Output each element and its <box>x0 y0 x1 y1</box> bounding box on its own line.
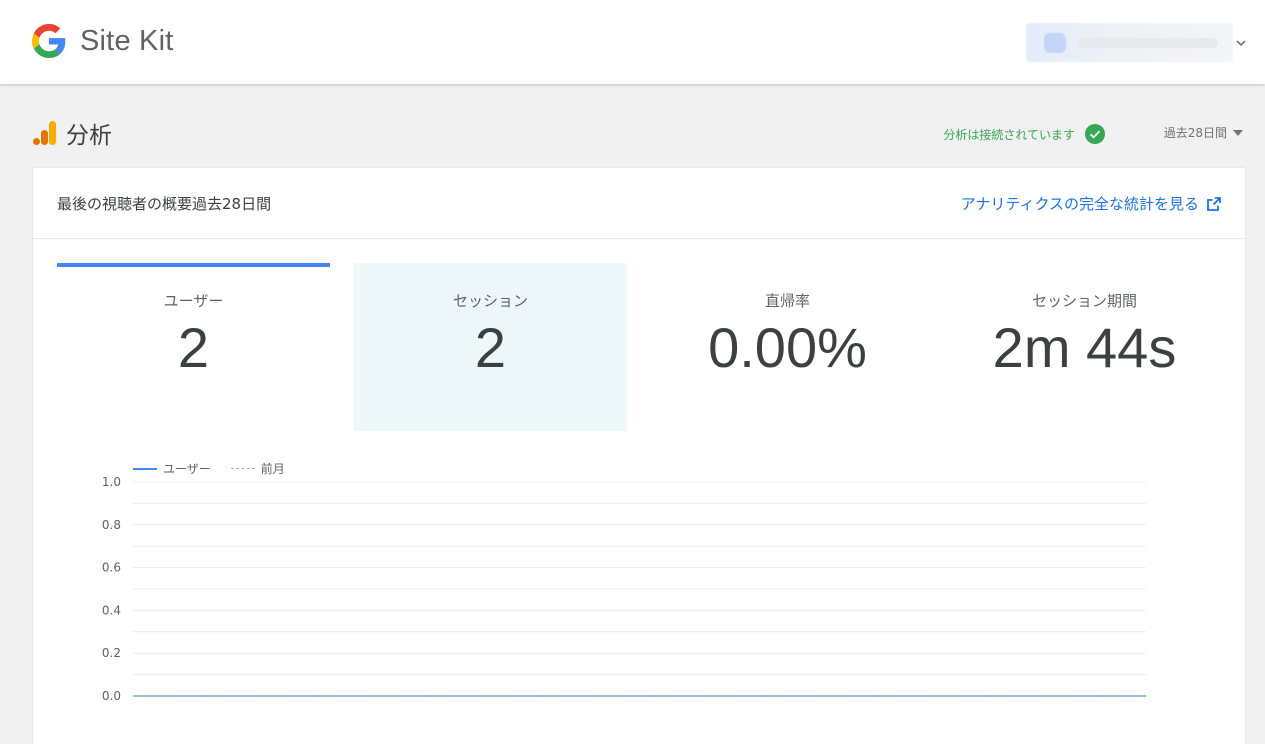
metric-tile-bounce-rate[interactable]: 直帰率 0.00% <box>651 263 924 431</box>
metric-label: 直帰率 <box>764 292 810 310</box>
metric-tile-users[interactable]: ユーザー 2 <box>57 263 330 431</box>
top-header: Site Kit <box>0 0 1265 84</box>
metric-value: 2m 44s <box>992 316 1177 379</box>
full-stats-link[interactable]: アナリティクスの完全な統計を見る <box>961 193 1221 214</box>
analytics-icon <box>33 121 56 145</box>
external-link-icon <box>1207 196 1221 211</box>
caret-down-icon <box>1233 129 1243 136</box>
brand-name: Site Kit <box>80 24 174 57</box>
y-tick-label: 0.0 <box>102 689 121 703</box>
analytics-section-header: 分析 <box>32 116 112 150</box>
legend-item-previous-month: 前月 <box>230 460 285 477</box>
legend-label: 前月 <box>260 462 285 476</box>
site-kit-logo[interactable]: Site Kit <box>32 24 173 58</box>
metric-tile-sessions[interactable]: セッション 2 <box>354 263 627 431</box>
metric-label: セッション <box>452 292 528 310</box>
section-title: 分析 <box>66 123 112 149</box>
connection-status: 分析は接続されています <box>943 124 1105 144</box>
chart-plot-area: 1.0 0.8 0.6 0.4 0.2 0.0 <box>102 475 1146 703</box>
legend-item-users: ユーザー <box>133 460 211 477</box>
check-circle-icon <box>1085 124 1105 144</box>
y-tick-label: 0.8 <box>102 518 121 532</box>
analytics-overview-card: 最後の視聴者の概要過去28日間 アナリティクスの完全な統計を見る ユーザー 2 … <box>33 168 1245 744</box>
y-tick-label: 0.4 <box>102 603 121 617</box>
metric-label: セッション期間 <box>1031 292 1137 310</box>
chevron-down-icon[interactable] <box>1234 36 1248 50</box>
legend-label: ユーザー <box>163 462 211 476</box>
full-stats-link-label: アナリティクスの完全な統計を見る <box>960 195 1199 213</box>
metric-value: 2 <box>177 316 210 379</box>
y-tick-label: 0.6 <box>102 561 121 575</box>
metric-value: 0.00% <box>708 316 867 379</box>
metric-label: ユーザー <box>163 292 224 310</box>
y-tick-label: 1.0 <box>102 475 121 489</box>
account-email-blurred <box>1078 38 1218 48</box>
date-range-label: 過去28日間 <box>1163 126 1227 140</box>
card-header: 最後の視聴者の概要過去28日間 アナリティクスの完全な統計を見る <box>33 168 1245 239</box>
metric-tile-session-duration[interactable]: セッション期間 2m 44s <box>948 263 1221 431</box>
card-title: 最後の視聴者の概要過去28日間 <box>57 195 272 213</box>
legend-swatch-dashed <box>230 468 255 469</box>
connection-status-text: 分析は接続されています <box>943 127 1075 142</box>
account-selector[interactable] <box>1026 23 1233 62</box>
metric-value: 2 <box>474 316 507 379</box>
account-avatar <box>1044 33 1066 53</box>
date-range-dropdown[interactable]: 過去28日間 <box>1164 124 1243 141</box>
active-metric-indicator <box>57 263 330 267</box>
legend-swatch-solid <box>133 467 157 470</box>
y-tick-label: 0.2 <box>102 646 121 660</box>
line-chart: ユーザー 前月 1.0 0.8 0.6 0.4 0.2 0.0 <box>33 458 1245 718</box>
chart-legend: ユーザー 前月 <box>133 460 305 477</box>
google-g-icon <box>32 24 66 58</box>
